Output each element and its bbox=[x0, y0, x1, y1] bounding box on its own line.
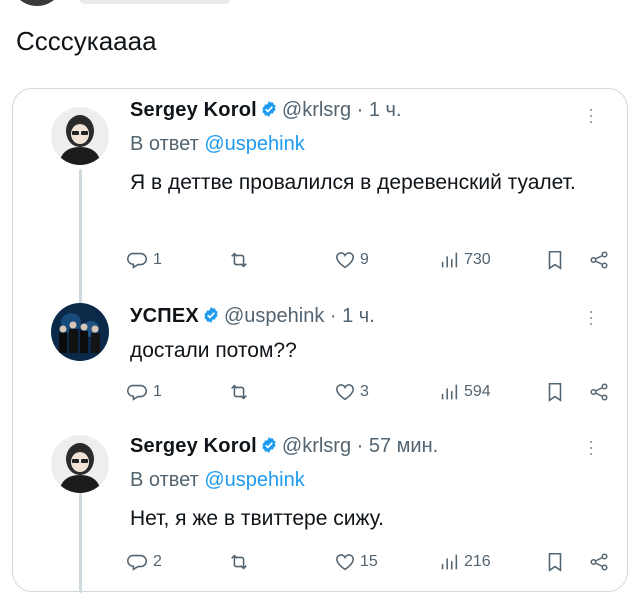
person-avatar-icon[interactable] bbox=[51, 435, 109, 493]
reply-count: 1 bbox=[153, 251, 162, 268]
author-handle[interactable]: @uspehink bbox=[224, 305, 324, 327]
views-chart-icon bbox=[441, 554, 458, 570]
more-options-icon[interactable]: ··· bbox=[582, 107, 602, 125]
verified-badge-icon bbox=[262, 101, 276, 117]
reply-icon bbox=[127, 252, 147, 269]
bookmark-button[interactable] bbox=[544, 551, 566, 573]
views-chart-icon bbox=[441, 252, 458, 268]
author-name[interactable]: Sergey Korol bbox=[130, 99, 257, 121]
views-count: 216 bbox=[464, 553, 491, 570]
views-button[interactable]: 216 bbox=[438, 551, 491, 573]
like-button[interactable]: 15 bbox=[334, 551, 378, 573]
reply-context: В ответ @uspehink bbox=[130, 469, 305, 492]
reply-count: 1 bbox=[153, 383, 162, 400]
share-icon bbox=[590, 383, 608, 401]
heart-icon bbox=[336, 384, 354, 401]
tweet-header: УСПЕХ @uspehink · 1 ч. bbox=[130, 305, 375, 328]
reply-button[interactable]: 1 bbox=[127, 249, 162, 271]
more-options-icon[interactable]: ··· bbox=[582, 309, 602, 327]
like-count: 3 bbox=[360, 383, 369, 400]
bookmark-icon bbox=[548, 250, 562, 270]
bookmark-button[interactable] bbox=[544, 249, 566, 271]
verified-badge-icon bbox=[262, 437, 276, 453]
retweet-icon bbox=[231, 252, 247, 268]
post-caption: Ссссукаааа bbox=[16, 26, 157, 56]
quoted-thread-card[interactable]: Sergey Korol @krlsrg · 1 ч. ··· В ответ @… bbox=[12, 88, 628, 593]
reply-button[interactable]: 1 bbox=[127, 381, 162, 403]
reply-prefix: В ответ bbox=[130, 133, 199, 155]
previous-avatar-fragment bbox=[10, 0, 64, 6]
reply-button[interactable]: 2 bbox=[127, 551, 162, 573]
tweet-time[interactable]: · 1 ч. bbox=[330, 305, 375, 327]
like-count: 9 bbox=[360, 251, 369, 268]
tweet-header: Sergey Korol @krlsrg · 57 мин. bbox=[130, 435, 438, 458]
reply-context: В ответ @uspehink bbox=[130, 133, 305, 156]
reply-icon bbox=[127, 554, 147, 571]
bookmark-icon bbox=[548, 382, 562, 402]
views-count: 730 bbox=[464, 251, 491, 268]
heart-icon bbox=[336, 252, 354, 269]
share-button[interactable] bbox=[588, 249, 610, 271]
previous-header-fragment bbox=[80, 0, 230, 4]
share-icon bbox=[590, 553, 608, 571]
reply-mention-link[interactable]: @uspehink bbox=[204, 133, 304, 155]
bookmark-icon bbox=[548, 552, 562, 572]
like-count: 15 bbox=[360, 553, 378, 570]
retweet-button[interactable] bbox=[228, 381, 250, 403]
person-avatar-icon[interactable] bbox=[51, 107, 109, 165]
more-options-icon[interactable]: ··· bbox=[582, 439, 602, 457]
views-button[interactable]: 730 bbox=[438, 249, 491, 271]
reply-icon bbox=[127, 384, 147, 401]
like-button[interactable]: 3 bbox=[334, 381, 369, 403]
reply-prefix: В ответ bbox=[130, 469, 199, 491]
tweet-text: Нет, я же в твиттере сижу. bbox=[130, 507, 384, 530]
author-handle[interactable]: @krlsrg bbox=[282, 435, 351, 457]
tweet-header: Sergey Korol @krlsrg · 1 ч. bbox=[130, 99, 402, 122]
bookmark-button[interactable] bbox=[544, 381, 566, 403]
retweet-button[interactable] bbox=[228, 249, 250, 271]
tweet-time[interactable]: · 57 мин. bbox=[357, 435, 439, 457]
views-count: 594 bbox=[464, 383, 491, 400]
tweet-actions: 1 9 730 bbox=[127, 249, 620, 273]
reply-mention-link[interactable]: @uspehink bbox=[204, 469, 304, 491]
share-icon bbox=[590, 251, 608, 269]
share-button[interactable] bbox=[588, 551, 610, 573]
author-name[interactable]: Sergey Korol bbox=[130, 435, 257, 457]
like-button[interactable]: 9 bbox=[334, 249, 369, 271]
tweet-time[interactable]: · 1 ч. bbox=[357, 99, 402, 121]
verified-badge-icon bbox=[204, 307, 218, 323]
tweet-text: Я в деттве провалился в деревенский туал… bbox=[130, 171, 576, 194]
tweet-text: достали потом?? bbox=[130, 339, 297, 362]
band-photo-avatar-icon[interactable] bbox=[51, 303, 109, 361]
tweet-actions: 1 3 594 bbox=[127, 381, 620, 405]
author-handle[interactable]: @krlsrg bbox=[282, 99, 351, 121]
reply-count: 2 bbox=[153, 553, 162, 570]
views-button[interactable]: 594 bbox=[438, 381, 491, 403]
retweet-icon bbox=[231, 554, 247, 570]
author-name[interactable]: УСПЕХ bbox=[130, 305, 199, 327]
retweet-button[interactable] bbox=[228, 551, 250, 573]
heart-icon bbox=[336, 554, 354, 571]
retweet-icon bbox=[231, 384, 247, 400]
views-chart-icon bbox=[441, 384, 458, 400]
tweet-actions: 2 15 216 bbox=[127, 551, 620, 575]
share-button[interactable] bbox=[588, 381, 610, 403]
